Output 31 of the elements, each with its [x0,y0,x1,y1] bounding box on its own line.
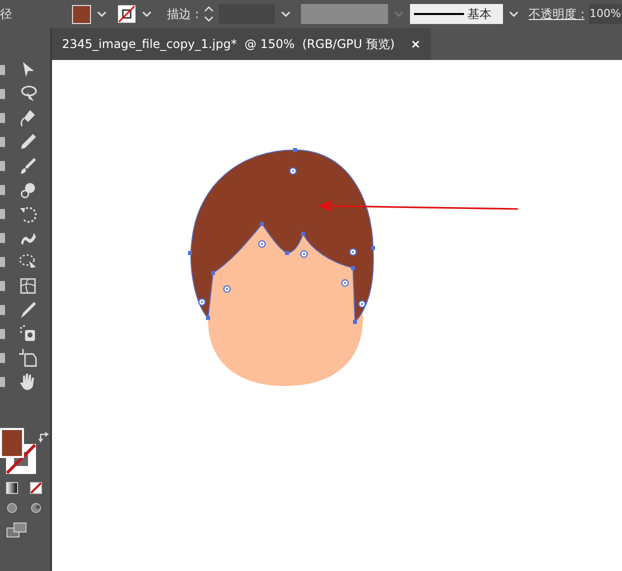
fill-color-swatch[interactable] [0,428,24,458]
eyedropper-icon[interactable] [18,300,38,320]
lasso-icon[interactable] [18,84,38,104]
opacity-label[interactable]: 不透明度 : [528,6,585,22]
pen-icon[interactable] [18,108,38,128]
brush-icon[interactable] [18,156,38,176]
brush-stroke-preview [414,13,464,15]
path-label: 径 [0,6,13,22]
stepper-icon[interactable] [203,4,215,24]
rotate-icon[interactable] [18,204,38,224]
screen-mode-icon[interactable] [6,522,28,538]
mesh-icon[interactable] [18,276,38,296]
close-tab-button[interactable]: × [410,37,421,51]
stroke-none-swatch-icon[interactable] [118,5,136,23]
symbol-sprayer-icon[interactable] [18,324,38,344]
anchor-points-drawing[interactable] [188,148,375,324]
document-tab[interactable]: 2345_image_file_copy_1.jpg* @ 150% (RGB/GPU 预览) × [52,28,431,60]
opacity-field[interactable]: 100% [588,4,622,24]
fill-swatch[interactable] [72,4,90,24]
document-title: 2345_image_file_copy_1.jpg* @ 150% (RGB/GPU 预览) [62,36,395,52]
brush-label: 基本 [468,6,492,22]
brush-definition-field[interactable]: 基本 [410,4,504,24]
gradient-icon[interactable] [6,482,18,494]
pencil-icon[interactable] [18,132,38,152]
draw-mode-icon[interactable] [6,502,18,514]
artboard-icon[interactable] [18,348,38,368]
none-icon[interactable] [30,482,42,494]
blob-icon[interactable] [18,180,38,200]
stroke-label: 描边 : [167,6,200,22]
swap-colors-icon[interactable] [38,430,50,444]
draw-mode-icon[interactable] [30,502,42,514]
